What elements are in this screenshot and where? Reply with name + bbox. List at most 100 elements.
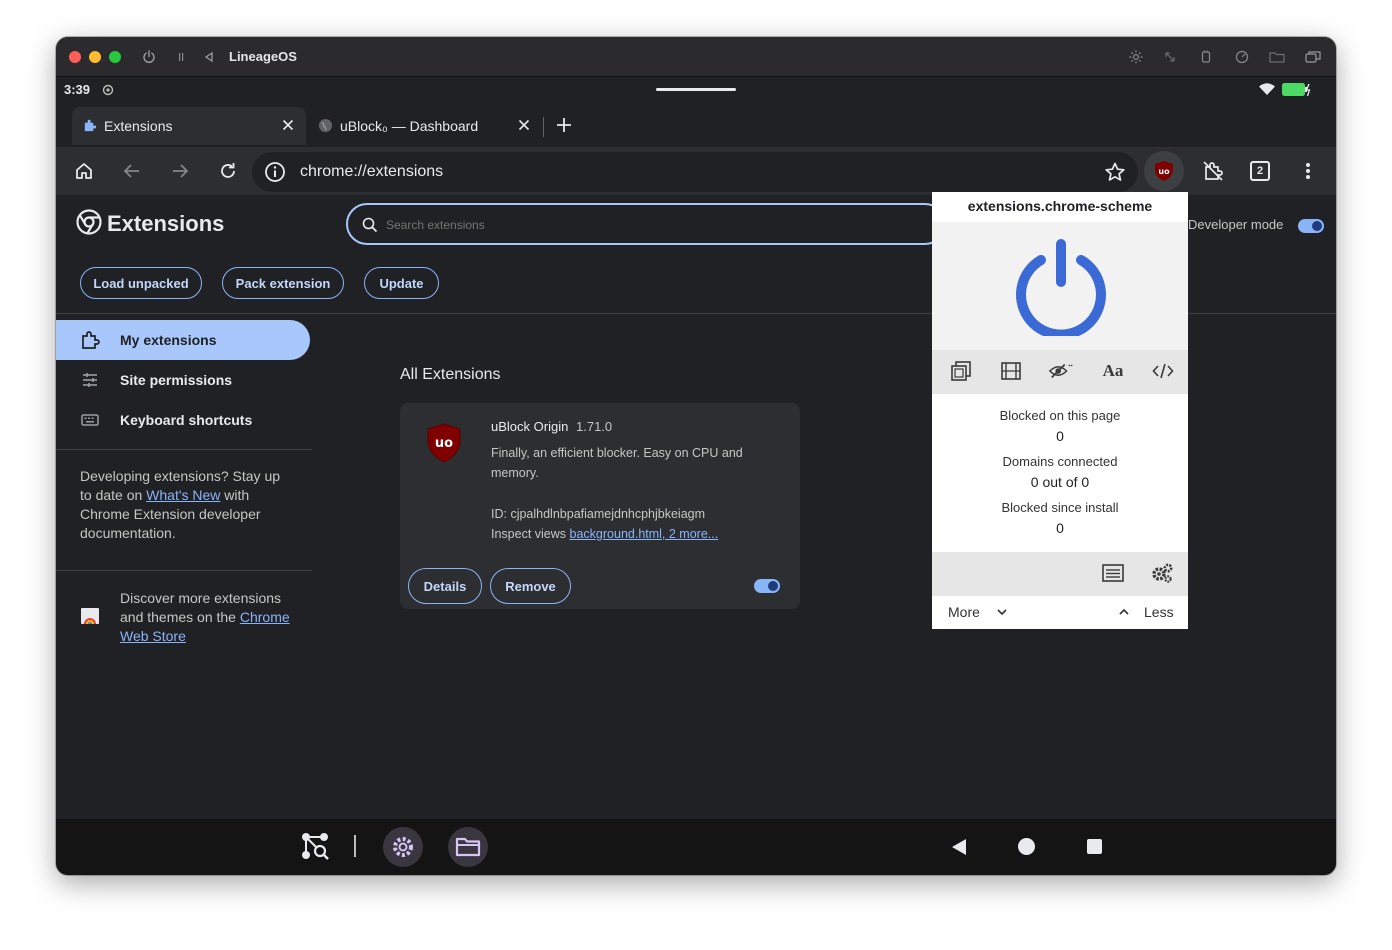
whats-new-link[interactable]: What's New xyxy=(146,487,220,503)
tab-extensions[interactable]: Extensions xyxy=(72,107,306,145)
less-label: Less xyxy=(1144,604,1174,620)
stat-domains-label: Domains connected xyxy=(1002,454,1118,469)
tab-ublock-dashboard[interactable]: uBlock₀ — Dashboard xyxy=(308,107,542,145)
window-title: LineageOS xyxy=(229,49,297,64)
nav-home-icon[interactable] xyxy=(1018,838,1035,855)
minimize-window-button[interactable] xyxy=(89,51,101,63)
extension-version: 1.71.0 xyxy=(576,419,613,434)
url-text[interactable]: chrome://extensions xyxy=(300,163,443,181)
inspect-label: Inspect views xyxy=(491,527,570,541)
resize-icon[interactable] xyxy=(1161,48,1179,66)
extension-id: ID: cjpalhdlnbpafiamejdnhcphjbkeiagm xyxy=(491,507,706,521)
sidebar-divider xyxy=(56,449,312,450)
remove-button[interactable]: Remove xyxy=(490,568,571,604)
power-switch-icon[interactable] xyxy=(1014,236,1108,341)
close-window-button[interactable] xyxy=(69,51,81,63)
sidebar-item-label: Keyboard shortcuts xyxy=(120,412,253,428)
extension-card: uo uBlock Origin 1.71.0 Finally, an effi… xyxy=(400,403,800,609)
sidebar-item-keyboard-shortcuts[interactable]: Keyboard shortcuts xyxy=(56,400,310,440)
app-drawer-icon[interactable] xyxy=(300,831,330,866)
developer-promo: Developing extensions? Stay up to date o… xyxy=(80,467,292,543)
dashboard-gears-icon[interactable] xyxy=(1150,562,1174,589)
new-tab-icon[interactable] xyxy=(556,117,574,135)
chevron-up-icon xyxy=(1119,608,1129,615)
ublock-shield-icon: uo xyxy=(1155,161,1173,181)
search-input[interactable] xyxy=(384,214,868,236)
nav-back-icon[interactable] xyxy=(950,837,968,862)
tab-divider xyxy=(543,117,544,137)
bookmark-star-icon[interactable] xyxy=(1104,161,1126,188)
files-app-icon[interactable] xyxy=(448,827,488,867)
code-icon[interactable] xyxy=(1150,358,1176,384)
stat-blocked-page-label: Blocked on this page xyxy=(999,408,1121,423)
tab-switcher-button[interactable]: 2 xyxy=(1246,157,1274,185)
home-icon[interactable] xyxy=(70,157,98,185)
sidebar-divider xyxy=(56,570,312,571)
sliders-icon xyxy=(80,370,100,390)
extension-name: uBlock Origin xyxy=(491,419,569,434)
power-icon[interactable] xyxy=(140,48,158,66)
stat-domains-value: 0 out of 0 xyxy=(1030,474,1090,490)
stat-since-install-label: Blocked since install xyxy=(1001,500,1119,515)
film-strip-icon[interactable] xyxy=(998,358,1024,384)
puzzle-icon xyxy=(82,118,98,134)
ublock-popup: extensions.chrome-scheme Aa Blocked on t… xyxy=(932,192,1188,629)
eye-slash-icon[interactable] xyxy=(1048,358,1074,384)
background-page-link[interactable]: background.html, 2 more... xyxy=(570,527,719,541)
sidebar-item-my-extensions[interactable]: My extensions xyxy=(56,320,310,360)
logger-icon[interactable] xyxy=(1102,564,1124,587)
wifi-icon xyxy=(1258,82,1276,101)
close-tab-icon[interactable] xyxy=(518,118,530,134)
svg-text:uo: uo xyxy=(435,436,453,451)
taskbar-divider xyxy=(354,835,356,857)
font-icon[interactable]: Aa xyxy=(1100,358,1126,384)
ublock-extension-button[interactable]: uo xyxy=(1144,151,1184,191)
sidebar-item-site-permissions[interactable]: Site permissions xyxy=(56,360,310,400)
gauge-icon[interactable] xyxy=(1233,48,1251,66)
omnibox[interactable]: chrome://extensions xyxy=(252,152,1138,192)
sidebar-item-label: My extensions xyxy=(120,332,217,348)
more-menu-icon[interactable] xyxy=(1294,157,1322,185)
reload-icon[interactable] xyxy=(214,157,242,185)
nav-recents-icon[interactable] xyxy=(1087,839,1102,854)
more-button[interactable]: More xyxy=(948,604,1008,620)
svg-text:uo: uo xyxy=(1158,167,1170,176)
back-triangle-icon[interactable] xyxy=(200,48,218,66)
brightness-icon[interactable] xyxy=(1127,48,1145,66)
forward-arrow-icon[interactable] xyxy=(166,157,194,185)
less-button[interactable]: Less xyxy=(1118,604,1174,620)
back-arrow-icon[interactable] xyxy=(118,157,146,185)
folder-icon[interactable] xyxy=(1268,48,1286,66)
chrome-logo-icon xyxy=(76,209,102,240)
tab-title: Extensions xyxy=(104,118,173,134)
popup-tools-row: Aa xyxy=(932,350,1188,394)
site-info-icon[interactable] xyxy=(264,161,286,188)
page-title: Extensions xyxy=(107,211,225,236)
pack-extension-button[interactable]: Pack extension xyxy=(222,267,344,299)
windows-icon[interactable] xyxy=(1304,48,1322,66)
phone-device-icon[interactable] xyxy=(1197,48,1215,66)
update-button[interactable]: Update xyxy=(364,267,439,299)
developer-mode-toggle[interactable] xyxy=(1298,219,1324,233)
status-bar: 3:39 xyxy=(56,77,1336,105)
browser-toolbar: chrome://extensions uo 2 xyxy=(56,147,1336,195)
popup-hostname: extensions.chrome-scheme xyxy=(967,198,1153,214)
extensions-puzzle-icon[interactable] xyxy=(1199,157,1227,185)
zoom-window-button[interactable] xyxy=(109,51,121,63)
chevron-down-icon xyxy=(997,609,1007,616)
pause-icon[interactable] xyxy=(172,48,190,66)
web-store-promo: Discover more extensions and themes on t… xyxy=(120,589,300,646)
search-box[interactable] xyxy=(346,203,946,245)
browser-window: LineageOS 3:39 Extensions uBlock₀ — Dash… xyxy=(56,37,1336,875)
search-icon xyxy=(362,217,378,238)
battery-icon xyxy=(1282,83,1312,102)
extension-enable-toggle[interactable] xyxy=(754,579,780,593)
settings-app-icon[interactable] xyxy=(383,827,423,867)
close-tab-icon[interactable] xyxy=(282,118,294,134)
load-unpacked-button[interactable]: Load unpacked xyxy=(80,267,202,299)
details-button[interactable]: Details xyxy=(408,568,482,604)
ublock-logo-icon: uo xyxy=(426,423,462,468)
gesture-handle[interactable] xyxy=(656,88,736,91)
element-picker-icon[interactable] xyxy=(948,358,974,384)
status-time: 3:39 xyxy=(64,82,91,97)
